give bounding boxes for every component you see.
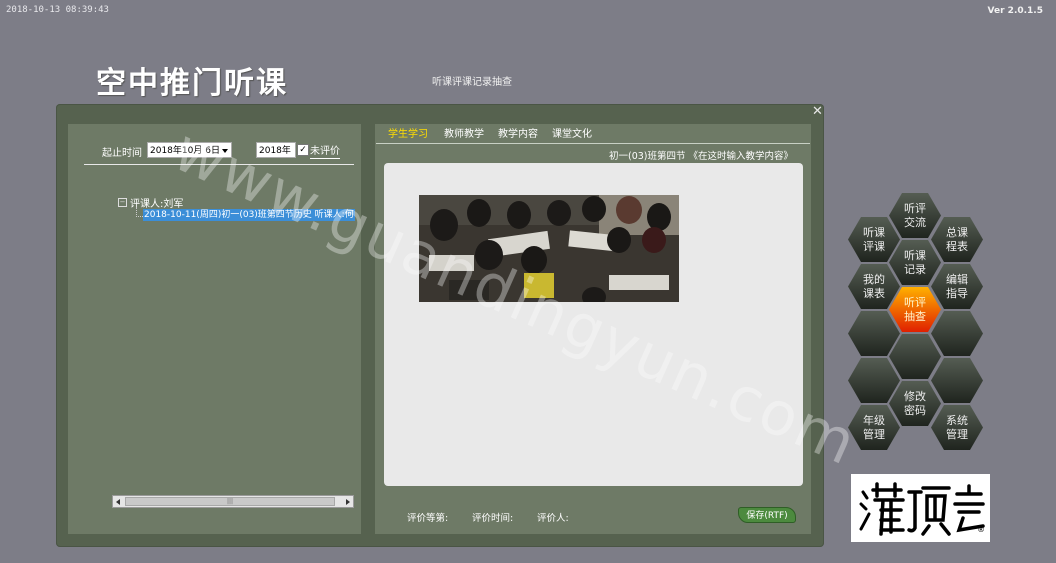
unreviewed-label: 未评价 [310, 142, 340, 159]
date-range-label: 起止时间 [102, 148, 142, 159]
svg-text:®: ® [977, 525, 985, 534]
unreviewed-checkbox[interactable]: ✓ [297, 144, 309, 156]
review-time-label: 评价时间: [472, 513, 514, 524]
brand-logo: ® [851, 474, 990, 542]
menu-my-schedule[interactable]: 我的 课表 [848, 264, 900, 309]
version-label: Ver 2.0.1.5 [987, 6, 1043, 16]
save-rtf-button[interactable]: 保存(RTF) [738, 507, 796, 523]
reviewer-label: 评价人: [537, 513, 569, 524]
menu-review-spot-check[interactable]: 听评 抽查 [889, 287, 941, 332]
page-subtitle: 听课评课记录抽查 [432, 77, 512, 88]
datetime-display: 2018-10-13 08:39:43 [6, 5, 109, 15]
menu-empty-slot [848, 358, 900, 403]
scroll-left-icon[interactable] [116, 499, 120, 505]
menu-edit-guidance[interactable]: 编辑 指导 [931, 264, 983, 309]
menu-listen-review-class[interactable]: 听课 评课 [848, 217, 900, 262]
menu-listen-record[interactable]: 听课 记录 [889, 240, 941, 285]
tree-connector [136, 207, 143, 217]
class-info: 初一(03)班第四节 《在这时输入教学内容》 [609, 151, 794, 162]
menu-master-schedule[interactable]: 总课 程表 [931, 217, 983, 262]
tab-underline [376, 143, 810, 144]
menu-listen-review-exchange[interactable]: 听评 交流 [889, 193, 941, 238]
tree-collapse-icon[interactable]: − [118, 198, 127, 207]
scroll-right-icon[interactable] [346, 499, 350, 505]
menu-system-management[interactable]: 系统 管理 [931, 405, 983, 450]
menu-empty-slot [848, 311, 900, 356]
grade-label: 评价等第: [407, 513, 449, 524]
app-title: 空中推门听课 [96, 66, 288, 101]
close-button[interactable]: ✕ [812, 104, 823, 119]
tab-teaching-content[interactable]: 教学内容 [494, 127, 542, 142]
close-icon: ✕ [812, 104, 823, 119]
tab-teacher-teaching[interactable]: 教师教学 [440, 127, 488, 142]
menu-empty-slot [931, 311, 983, 356]
check-icon: ✓ [299, 145, 307, 155]
horizontal-scrollbar[interactable]: ||| [112, 495, 354, 508]
scrollbar-thumb[interactable]: ||| [125, 497, 335, 506]
menu-change-password[interactable]: 修改 密码 [889, 381, 941, 426]
menu-empty-slot [889, 334, 941, 379]
tab-classroom-culture[interactable]: 课堂文化 [548, 127, 596, 142]
tab-student-learning[interactable]: 学生学习 [384, 127, 432, 142]
menu-empty-slot [931, 358, 983, 403]
